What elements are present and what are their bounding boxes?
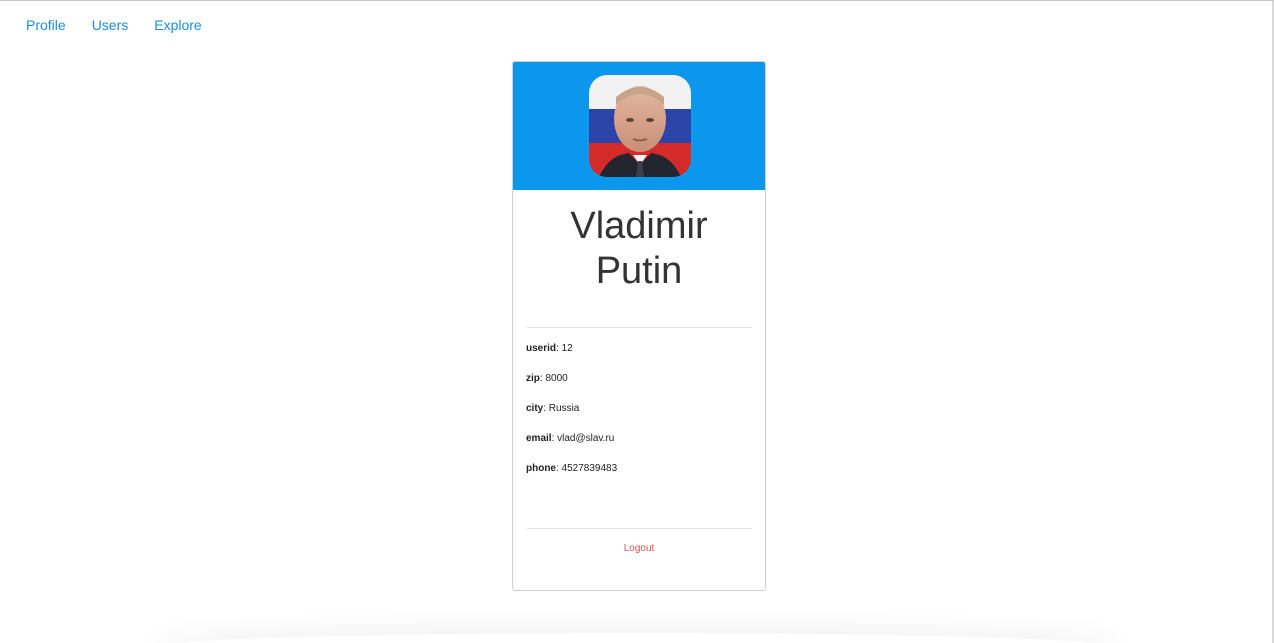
top-nav: Profile Users Explore: [26, 17, 228, 33]
detail-label: city: [526, 403, 544, 414]
profile-details: userid: 12 zip: 8000 city: Russia email:…: [526, 342, 617, 492]
detail-value: : 8000: [539, 373, 568, 384]
detail-label: email: [526, 433, 552, 444]
nav-users-link[interactable]: Users: [92, 17, 129, 33]
profile-last-name: Putin: [595, 250, 683, 292]
nav-profile-link[interactable]: Profile: [26, 17, 66, 33]
detail-row-zip: zip: 8000: [526, 372, 617, 402]
logout-link[interactable]: Logout: [513, 543, 765, 554]
detail-label: userid: [526, 343, 557, 354]
nav-explore-link[interactable]: Explore: [154, 17, 201, 33]
detail-label: zip: [526, 373, 540, 384]
detail-row-userid: userid: 12: [526, 342, 617, 372]
profile-name: Vladimir Putin: [513, 204, 765, 294]
detail-value: : Russia: [543, 403, 580, 414]
avatar: [589, 75, 691, 177]
detail-row-city: city: Russia: [526, 402, 617, 432]
detail-value: : vlad@slav.ru: [551, 433, 615, 444]
profile-first-name: Vladimir: [570, 205, 708, 247]
profile-card-header: [513, 62, 765, 190]
detail-value: : 12: [556, 343, 573, 354]
divider: [526, 327, 752, 328]
page-shadow: [150, 633, 1124, 643]
divider: [526, 528, 752, 529]
detail-value: : 4527839483: [556, 463, 618, 474]
profile-card: Vladimir Putin userid: 12 zip: 8000 city…: [512, 61, 766, 591]
detail-row-email: email: vlad@slav.ru: [526, 432, 617, 462]
avatar-photo: [589, 75, 691, 177]
detail-label: phone: [526, 463, 556, 474]
detail-row-phone: phone: 4527839483: [526, 462, 617, 492]
